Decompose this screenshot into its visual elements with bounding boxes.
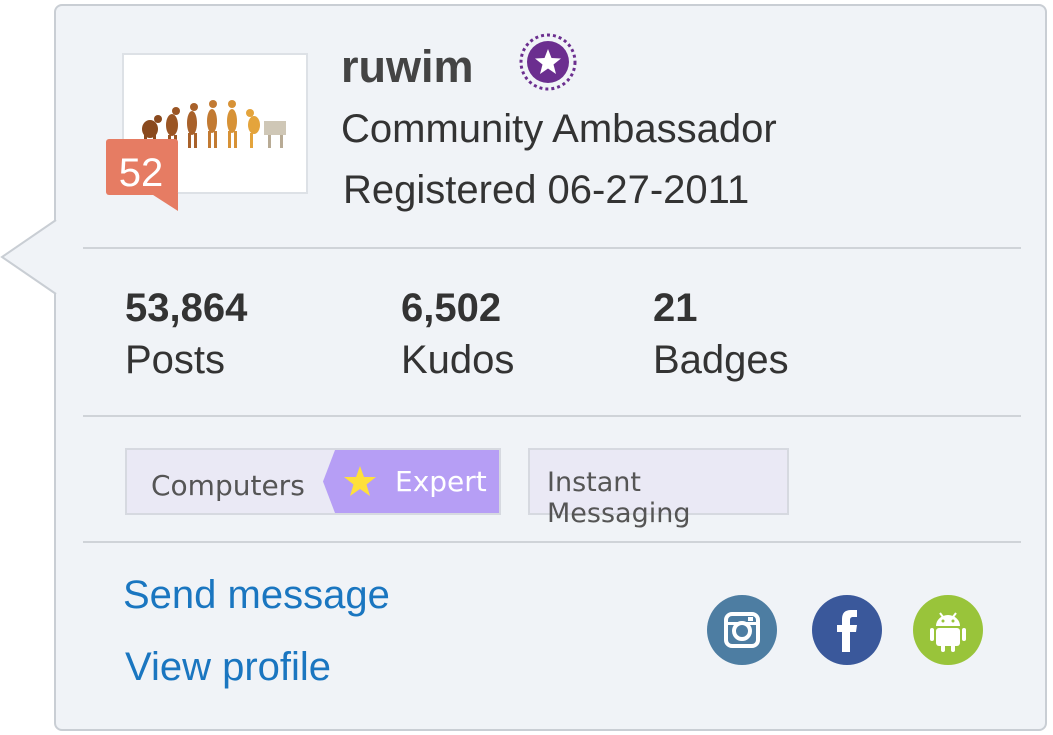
tag-instant-messaging-label: Instant Messaging — [547, 467, 691, 529]
tag-computers[interactable]: Computers Expert — [125, 448, 501, 515]
stat-badges-label: Badges — [653, 338, 789, 382]
expert-label: Expert — [395, 465, 487, 498]
instagram-icon[interactable] — [706, 594, 778, 666]
divider — [83, 415, 1021, 417]
stat-kudos: 6,502 Kudos — [401, 284, 514, 384]
expert-flag: Expert — [323, 450, 499, 513]
username[interactable]: ruwim — [341, 41, 474, 93]
send-message-link[interactable]: Send message — [123, 572, 390, 618]
divider — [83, 247, 1021, 249]
rank-badge-number: 52 — [118, 151, 164, 195]
rank-title: Community Ambassador — [341, 107, 777, 151]
tag-computers-label: Computers — [151, 469, 305, 502]
stat-posts-value: 53,864 — [125, 286, 248, 330]
android-icon[interactable] — [912, 594, 984, 666]
card-pointer — [0, 219, 57, 295]
stat-kudos-label: Kudos — [401, 338, 515, 382]
stat-kudos-value: 6,502 — [401, 286, 502, 330]
stat-badges: 21 Badges — [653, 284, 789, 384]
divider — [83, 541, 1021, 543]
star-icon — [344, 466, 376, 496]
star-icon — [518, 32, 578, 97]
stat-badges-value: 21 — [653, 286, 698, 330]
user-hover-card: 52 ruwim Community Ambassador Registered… — [54, 4, 1047, 731]
stat-posts: 53,864 Posts — [125, 284, 247, 384]
view-profile-link[interactable]: View profile — [125, 644, 331, 690]
facebook-icon[interactable] — [811, 594, 883, 666]
stat-posts-label: Posts — [125, 338, 226, 382]
registration-date: Registered 06-27-2011 — [343, 168, 750, 212]
rank-badge: 52 — [106, 139, 180, 213]
tag-instant-messaging[interactable]: Instant Messaging — [528, 448, 789, 529]
